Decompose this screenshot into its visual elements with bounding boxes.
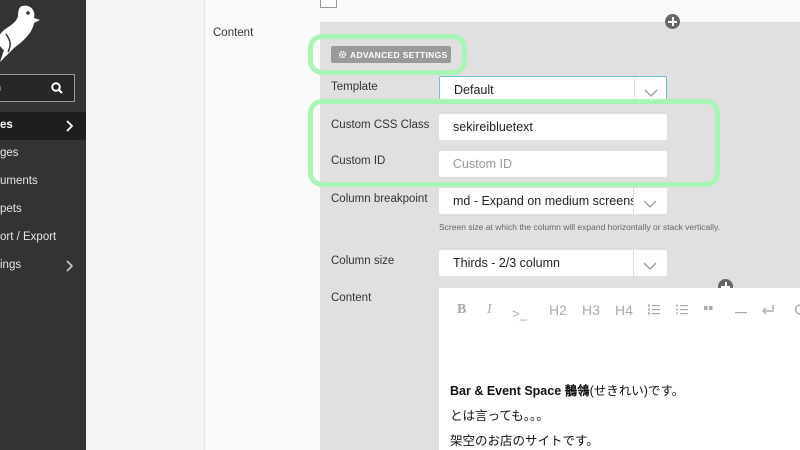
italic-button[interactable]: I [487,302,492,318]
sidebar-item-pages[interactable]: es [0,112,86,140]
highlight-box [308,34,467,75]
sidebar-item-import-export[interactable]: ort / Export [0,224,86,252]
column-size-value: Thirds - 2/3 column [453,256,560,270]
template-label: Template [331,81,378,93]
column-breakpoint-help: Screen size at which the column will exp… [439,222,720,232]
block-content-label: Content [213,27,254,39]
sidebar: h es ges uments pets ort / Export ings [0,0,86,450]
column-breakpoint-label: Column breakpoint [331,193,428,205]
add-block-icon[interactable] [665,14,680,29]
sidebar-item-images[interactable]: ges [0,140,86,168]
ordered-list-icon[interactable] [648,304,660,315]
heading-4-button[interactable]: H4 [615,302,633,318]
sidebar-item-label: ort / Export [0,231,57,243]
heading-3-button[interactable]: H3 [582,302,600,318]
content-paragraph[interactable]: 架空のお店のサイトです。 [450,430,599,449]
column-breakpoint-value: md - Expand on medium screens [453,194,633,208]
chevron-down-icon [642,258,658,270]
horizontal-rule-icon[interactable] [735,312,747,314]
heading-2-button[interactable]: H2 [549,302,567,318]
line-break-icon[interactable] [761,304,775,315]
sidebar-item-settings[interactable]: ings [0,252,86,280]
sidebar-item-label: uments [0,175,38,187]
column-size-label: Column size [331,255,395,267]
chevron-right-icon [64,120,74,132]
template-value: Default [454,83,494,97]
rich-text-editor[interactable]: B I >_ H2 H3 H4 Bar & Event Space 鶺鴒(せきれ… [439,288,800,450]
sidebar-item-label: es [0,119,13,131]
bold-button[interactable]: B [457,302,466,318]
chevron-down-icon [642,196,658,208]
sidebar-item-documents[interactable]: uments [0,168,86,196]
sidebar-item-label: ings [0,259,22,271]
paragraph-bold-text: Bar & Event Space 鶺鴒 [450,384,590,398]
sidebar-search-input[interactable]: h [0,82,1,94]
sidebar-item-label: ges [0,147,19,159]
checkbox[interactable] [320,0,337,8]
chevron-right-icon [64,260,74,272]
blockquote-icon[interactable] [704,306,713,312]
chevron-down-icon [643,85,659,97]
code-button[interactable]: >_ [512,306,527,321]
bulleted-list-icon[interactable] [676,304,688,315]
highlight-box [308,99,720,187]
search-icon[interactable] [50,81,64,95]
column-breakpoint-select[interactable]: md - Expand on medium screens [439,188,667,214]
content-field-label: Content [331,292,372,304]
sidebar-item-snippets[interactable]: pets [0,196,86,224]
link-icon[interactable] [794,304,800,315]
content-paragraph[interactable]: とは言っても。。。 [450,405,549,424]
left-gutter [86,0,204,450]
sidebar-item-label: pets [0,203,22,215]
column-size-select[interactable]: Thirds - 2/3 column [439,250,667,276]
paragraph-text: (せきれい)です。 [589,384,685,398]
sidebar-search[interactable]: h [0,74,75,102]
bird-logo-icon[interactable] [0,2,42,64]
content-paragraph[interactable]: Bar & Event Space 鶺鴒(せきれい)です。 [450,380,684,399]
